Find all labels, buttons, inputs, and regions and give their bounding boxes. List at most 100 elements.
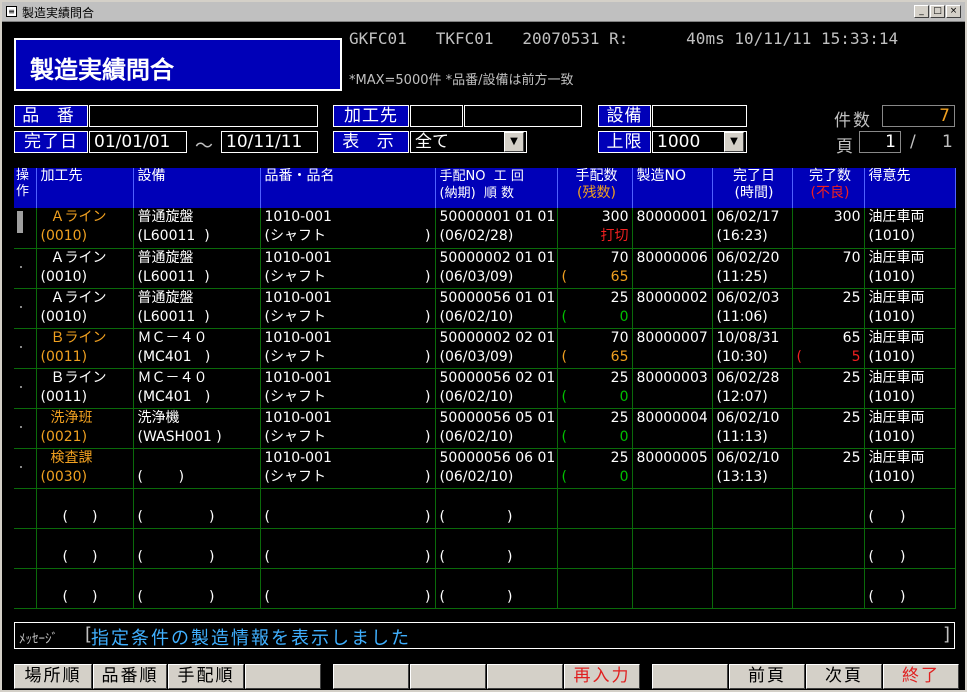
table-row[interactable]: Ａライン (0010) 普通旋盤 (L60011 ) 1010-001 (シャフト) 500… xyxy=(14,288,956,329)
tehai-qty: 70 xyxy=(610,329,629,346)
fkey-5-button[interactable] xyxy=(333,664,409,689)
cell-tehaisu: 300 打切 xyxy=(557,208,633,249)
table-row[interactable]: Ｂライン (0011) ＭＣ－４０ (MC401 ) 1010-001 (シャフト) 500… xyxy=(14,368,956,409)
empty-close: ) xyxy=(208,508,215,525)
row-selector[interactable] xyxy=(14,488,37,529)
row-marker-icon[interactable] xyxy=(20,305,22,308)
fkey-prev-page-button[interactable]: 前頁 xyxy=(729,664,805,689)
cell-setsubi: () xyxy=(133,528,261,569)
remain-qty: 0 xyxy=(619,388,629,405)
page-input[interactable]: 1 xyxy=(859,131,901,153)
hinmei: (シャフト xyxy=(264,388,326,405)
table-row[interactable]: 検査課 (0030)( ) 1010-001 (シャフト) 50000056 06 01… xyxy=(14,448,956,489)
setsubi-code: (WASH001 ) xyxy=(137,428,222,445)
fkey-sort-hinban-button[interactable]: 品番順 xyxy=(93,664,167,689)
cell-tehaisu xyxy=(557,568,633,609)
row-selector[interactable] xyxy=(14,368,37,409)
row-selector[interactable] xyxy=(14,408,37,449)
table-row[interactable]: 洗浄班 (0021) 洗浄機 (WASH001 ) 1010-001 (シャフト) 5000… xyxy=(14,408,956,449)
minimize-button[interactable]: _ xyxy=(914,5,929,18)
fkey-4-button[interactable] xyxy=(245,664,321,689)
row-selector[interactable] xyxy=(14,208,37,249)
fkey-exit-button[interactable]: 終了 xyxy=(883,664,959,689)
maximize-button[interactable]: □ xyxy=(930,5,945,18)
to-date-input[interactable]: 10/11/11 xyxy=(221,131,318,153)
cell-tehai: () xyxy=(435,488,558,529)
cell-hinban: 1010-001 (シャフト) xyxy=(260,248,436,289)
cell-tehaisu: 25 (0 xyxy=(557,408,633,449)
cell-kanryosu: 300 xyxy=(792,208,865,249)
fkey-6-button[interactable] xyxy=(410,664,486,689)
row-marker-icon[interactable] xyxy=(20,465,22,468)
window-icon[interactable]: ≡ xyxy=(6,6,17,17)
row-selector[interactable] xyxy=(14,528,37,569)
empty-close: ) xyxy=(91,588,98,605)
search-note: *MAX=5000件 *品番/設備は前方一致 xyxy=(349,73,574,88)
tehai-no: 50000056 05 01 xyxy=(439,409,556,426)
table-row[interactable]: ()()()()() xyxy=(14,528,956,569)
current-datetime: 10/11/11 15:33:14 xyxy=(734,29,899,48)
kanryo-date: 06/02/10 xyxy=(716,449,780,466)
row-selector[interactable] xyxy=(14,448,37,489)
row-selector-icon[interactable] xyxy=(17,211,23,233)
close-button[interactable]: × xyxy=(946,5,961,18)
kanryo-date: 06/02/17 xyxy=(716,209,780,225)
row-marker-icon[interactable] xyxy=(20,345,22,348)
kakousaki-name: Ｂライン xyxy=(50,329,107,346)
row-marker-icon[interactable] xyxy=(20,385,22,388)
row-selector[interactable] xyxy=(14,568,37,609)
row-selector[interactable] xyxy=(14,328,37,369)
nouki: (06/03/09) xyxy=(439,268,514,285)
table-row[interactable]: Ａライン (0010) 普通旋盤 (L60011 ) 1010-001 (シャフト) 500… xyxy=(14,248,956,289)
table-row[interactable]: Ｂライン (0011) ＭＣ－４０ (MC401 ) 1010-001 (シャフト) 500… xyxy=(14,328,956,369)
cell-kanryobi: 06/02/03 (11:06) xyxy=(712,288,793,329)
nouki: (06/02/10) xyxy=(439,428,514,445)
kakousaki-code-input[interactable] xyxy=(410,105,463,127)
fkey-9-button[interactable] xyxy=(652,664,728,689)
cell-seizo: 80000002 xyxy=(632,288,713,329)
sys-code-1: GKFC01 xyxy=(349,29,407,48)
setsubi-code: (MC401 ) xyxy=(137,348,211,365)
setsubi-code: (L60011 ) xyxy=(137,268,210,285)
cell-kanryobi xyxy=(712,528,793,569)
jogen-dropdown-arrow-icon[interactable]: ▼ xyxy=(724,132,744,152)
empty-close: ) xyxy=(91,548,98,565)
fkey-next-page-button[interactable]: 次頁 xyxy=(806,664,882,689)
tokuisaki-code: (1010) xyxy=(868,428,916,445)
hinmei: (シャフト xyxy=(264,468,326,485)
kakousaki-code: (0011) xyxy=(40,348,88,365)
tehai-no: 50000056 02 01 xyxy=(439,369,556,386)
nouki: (06/03/09) xyxy=(439,348,514,365)
cell-kanryosu: 65 (5 xyxy=(792,328,865,369)
kakousaki-name-field[interactable] xyxy=(464,105,582,127)
setsubi-input[interactable] xyxy=(652,105,747,127)
kensu-value: 7 xyxy=(882,105,955,127)
cell-seizo: 80000003 xyxy=(632,368,713,409)
cell-kanryosu: 25 xyxy=(792,368,865,409)
row-selector[interactable] xyxy=(14,248,37,289)
fkey-reinput-button[interactable]: 再入力 xyxy=(564,664,640,689)
hinban: 1010-001 xyxy=(264,449,332,466)
col-header-kanryosu-line2: (不良) xyxy=(810,185,850,201)
row-marker-icon[interactable] xyxy=(20,265,22,268)
setsubi-code: (L60011 ) xyxy=(137,228,210,244)
fkey-sort-location-button[interactable]: 場所順 xyxy=(14,664,92,689)
empty-close: ) xyxy=(425,548,431,565)
hinmei-close: ) xyxy=(425,388,431,405)
row-selector[interactable] xyxy=(14,288,37,329)
table-row[interactable]: ()()()()() xyxy=(14,488,956,529)
row-marker-icon[interactable] xyxy=(20,425,22,428)
kakousaki-code: (0021) xyxy=(40,428,88,445)
hyouji-dropdown-arrow-icon[interactable]: ▼ xyxy=(504,132,524,152)
cell-kanryosu: 70 xyxy=(792,248,865,289)
fkey-sort-tehai-button[interactable]: 手配順 xyxy=(168,664,244,689)
tokuisaki-name: 油圧車両 xyxy=(868,409,925,426)
table-row[interactable]: ()()()()() xyxy=(14,568,956,609)
table-row[interactable]: Ａライン (0010) 普通旋盤 (L60011 ) 1010-001 (シャフト) 500… xyxy=(14,208,956,249)
hinban-input[interactable] xyxy=(89,105,318,127)
fkey-7-button[interactable] xyxy=(487,664,563,689)
tehai-no: 50000056 01 01 xyxy=(439,289,556,306)
from-date-input[interactable]: 01/01/01 xyxy=(89,131,187,153)
col-header-kanryobi-line1: 完了日 xyxy=(733,168,775,184)
tokuisaki-name: 油圧車両 xyxy=(868,329,925,346)
